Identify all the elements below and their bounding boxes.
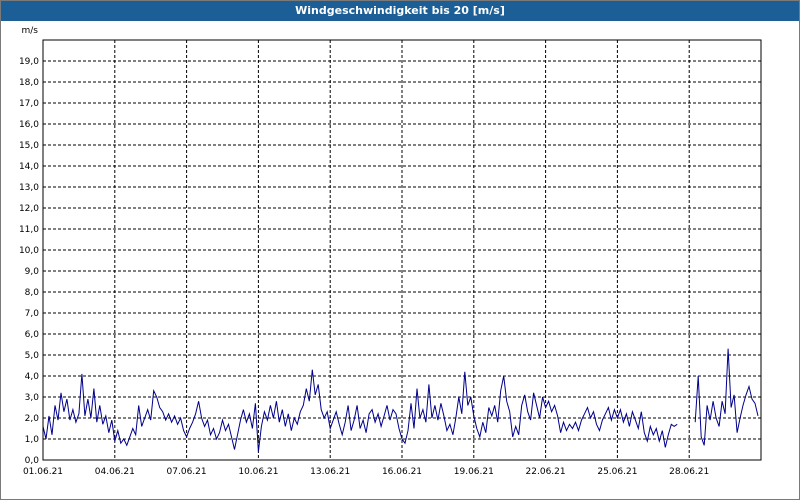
x-tick-label: 04.06.21 — [95, 467, 135, 477]
x-tick-label: 13.06.21 — [310, 467, 350, 477]
x-tick-label: 07.06.21 — [167, 467, 207, 477]
y-tick-label: 7,0 — [25, 309, 40, 319]
y-tick-label: 6,0 — [25, 330, 40, 340]
y-tick-label: 11,0 — [19, 225, 39, 235]
y-tick-label: 3,0 — [25, 393, 40, 403]
y-tick-label: 0,0 — [25, 456, 40, 466]
y-tick-label: 5,0 — [25, 351, 40, 361]
y-tick-label: 13,0 — [19, 183, 39, 193]
x-tick-label: 22.06.21 — [526, 467, 566, 477]
y-tick-label: 2,0 — [25, 414, 40, 424]
y-tick-label: 15,0 — [19, 141, 39, 151]
y-axis-unit-label: m/s — [22, 26, 39, 36]
y-tick-label: 8,0 — [25, 288, 40, 298]
wind-speed-chart: 0,0 1,0 2,0 3,0 4,0 5,0 6,0 7,0 8,0 9,0 10,0 11,0 12… — [19, 26, 762, 477]
y-tick-label: 18,0 — [19, 78, 39, 88]
y-axis-ticks: 0,0 1,0 2,0 3,0 4,0 5,0 6,0 7,0 8,0 9,0 10,0 11,0 12… — [19, 57, 39, 466]
x-tick-label: 16.06.21 — [382, 467, 422, 477]
x-tick-label: 01.06.21 — [23, 467, 63, 477]
y-tick-label: 4,0 — [25, 372, 40, 382]
x-tick-label: 19.06.21 — [454, 467, 494, 477]
y-tick-label: 16,0 — [19, 120, 39, 130]
y-tick-label: 17,0 — [19, 99, 39, 109]
x-tick-label: 28.06.21 — [669, 467, 709, 477]
grid — [43, 40, 761, 460]
y-tick-label: 19,0 — [19, 57, 39, 67]
x-axis-ticks: 01.06.21 04.06.21 07.06.21 10.06.21 13.06.21… — [23, 467, 709, 477]
y-tick-label: 1,0 — [25, 435, 40, 445]
series-layer — [42, 348, 759, 452]
y-tick-label: 10,0 — [19, 246, 39, 256]
y-tick-label: 9,0 — [25, 267, 40, 277]
x-tick-label: 10.06.21 — [238, 467, 278, 477]
window-title: Windgeschwindigkeit bis 20 [m/s] — [1, 1, 799, 21]
y-tick-label: 14,0 — [19, 162, 39, 172]
x-tick-label: 25.06.21 — [597, 467, 637, 477]
y-tick-label: 12,0 — [19, 204, 39, 214]
chart-window: Windgeschwindigkeit bis 20 [m/s] 0,0 1,0 2… — [0, 0, 800, 500]
